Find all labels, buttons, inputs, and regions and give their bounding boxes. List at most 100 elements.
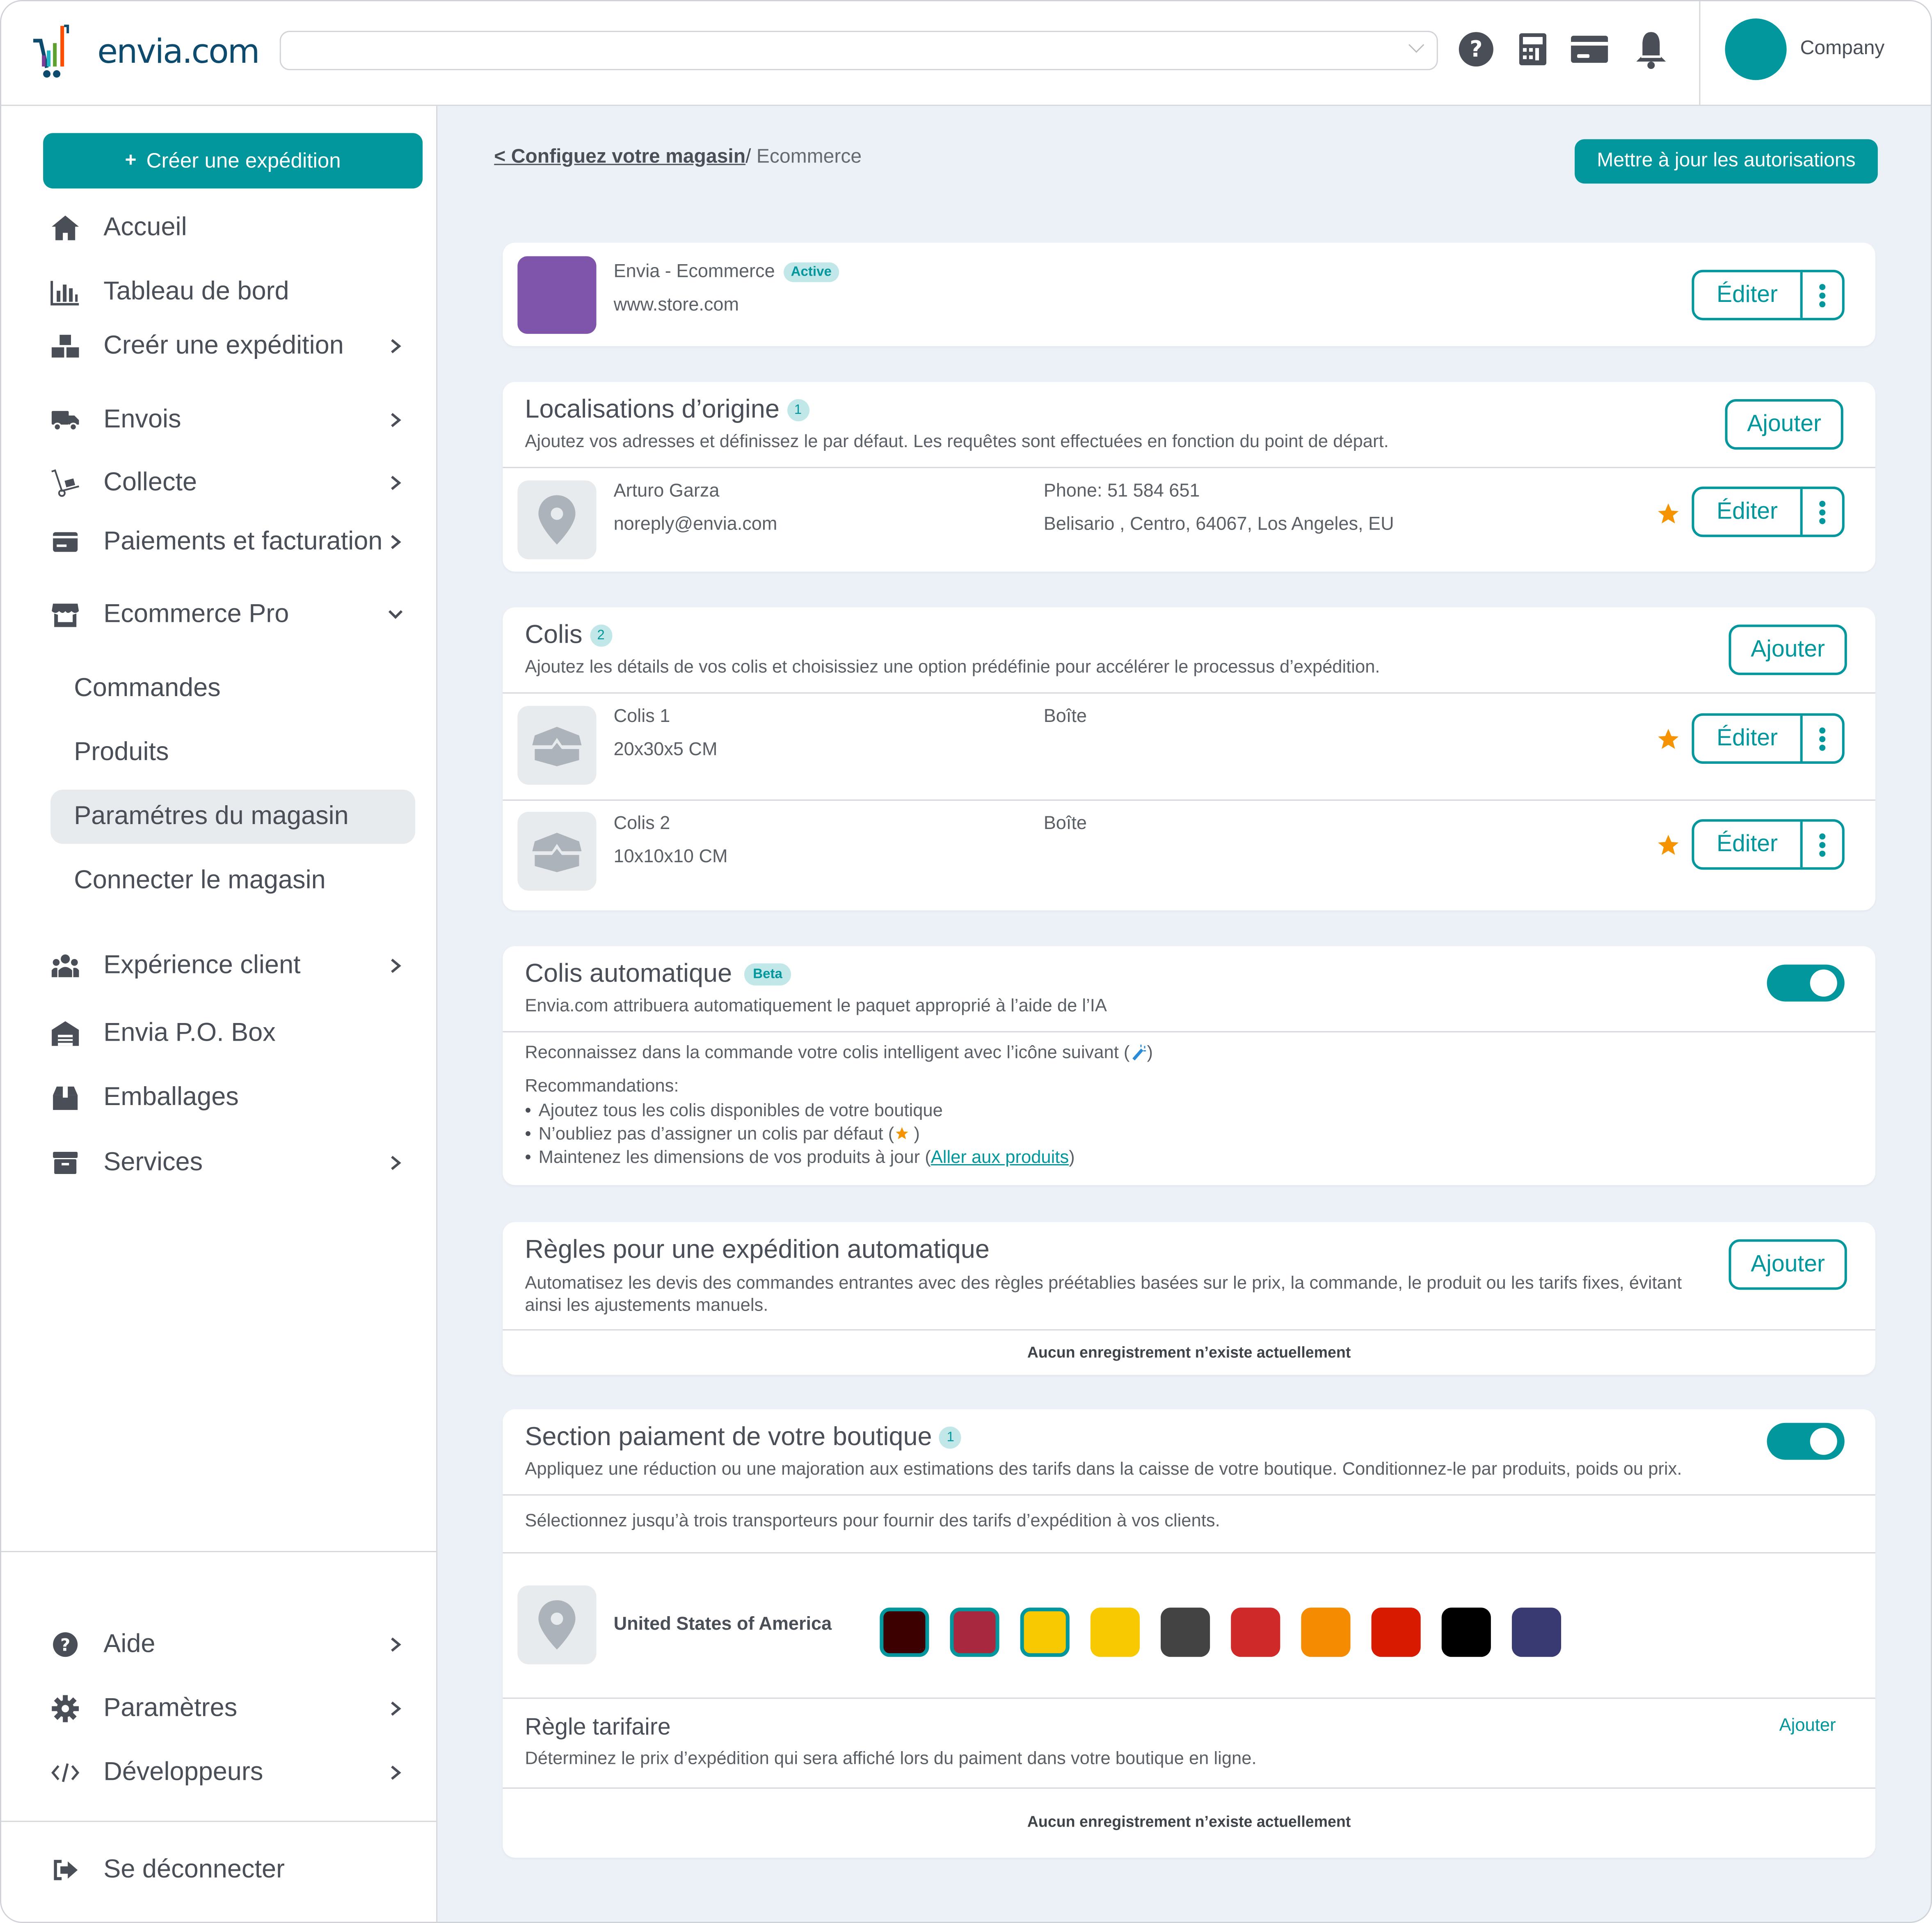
- company-name: Company: [1800, 38, 1885, 59]
- search-select[interactable]: [279, 31, 1438, 71]
- divider: [503, 1329, 1875, 1331]
- sidebar-item-envois[interactable]: Envois: [50, 404, 408, 436]
- add-rule-button[interactable]: Ajouter: [1729, 1239, 1847, 1290]
- update-permissions-button[interactable]: Mettre à jour les autorisations: [1575, 139, 1878, 184]
- package-thumb: [517, 812, 597, 891]
- add-origin-button[interactable]: Ajouter: [1725, 399, 1843, 450]
- logout-button[interactable]: Se déconnecter: [50, 1854, 408, 1886]
- sidebar-item-paiements[interactable]: Paiements et facturation: [50, 526, 408, 558]
- carrier-logo[interactable]: [880, 1608, 929, 1657]
- go-to-products-link[interactable]: Aller aux produits: [931, 1148, 1069, 1168]
- top-bar: envia.com ? Company: [1, 1, 1931, 106]
- chevron-right-icon: [383, 1692, 408, 1724]
- sidebar-subitem-commandes[interactable]: Commandes: [50, 662, 415, 716]
- sidebar-item-developpeurs[interactable]: Développeurs: [50, 1757, 408, 1789]
- carrier-logo[interactable]: [1020, 1608, 1070, 1657]
- sidebar-item-creer-expedition[interactable]: Creér une expédition: [50, 330, 408, 362]
- sidebar-item-collecte[interactable]: Collecte: [50, 467, 408, 499]
- cart-logo-icon: [33, 25, 69, 78]
- carrier-logo[interactable]: [950, 1608, 999, 1657]
- recommendations-list: Ajoutez tous les colis disponibles de vo…: [525, 1100, 1075, 1170]
- carrier-logo[interactable]: [1090, 1608, 1140, 1657]
- carrier-logo[interactable]: [1161, 1608, 1210, 1657]
- star-icon: [895, 1127, 908, 1140]
- carrier-logo[interactable]: [1511, 1608, 1562, 1657]
- sidebar-item-po-box[interactable]: Envia P.O. Box: [50, 1018, 408, 1050]
- auto-package-card: Colis automatique Beta Envia.com attribu…: [503, 946, 1875, 1185]
- notifications-button[interactable]: [1631, 28, 1671, 70]
- credit-card-icon: [1571, 36, 1608, 63]
- user-menu[interactable]: Company: [1699, 1, 1931, 105]
- default-star-icon[interactable]: [1656, 727, 1680, 751]
- carrier-logo[interactable]: [1371, 1608, 1421, 1657]
- logo-text: envia.com: [97, 32, 260, 71]
- calculator-button[interactable]: [1513, 28, 1552, 70]
- divider: [503, 1787, 1875, 1789]
- sidebar-subitem-parametres-magasin[interactable]: Paramétres du magasin: [50, 790, 416, 844]
- origins-card: Localisations d’origine 1 Ajoutez vos ad…: [503, 381, 1875, 572]
- sidebar-item-aide[interactable]: ? Aide: [50, 1628, 408, 1660]
- more-options-button[interactable]: [1803, 822, 1842, 867]
- carrier-logo[interactable]: [1231, 1608, 1280, 1657]
- default-star-icon[interactable]: [1656, 833, 1680, 857]
- edit-button[interactable]: Éditer: [1694, 822, 1803, 868]
- status-badge: Active: [783, 262, 839, 282]
- divider: [503, 467, 1875, 468]
- carrier-logo[interactable]: [1301, 1608, 1351, 1657]
- chevron-down-icon: [1408, 37, 1424, 53]
- carrier-logo[interactable]: [1441, 1608, 1491, 1657]
- more-options-button[interactable]: [1803, 272, 1842, 318]
- sidebar-item-experience-client[interactable]: Expérience client: [50, 950, 408, 982]
- chevron-right-icon: [383, 1628, 408, 1660]
- count-badge: 2: [590, 624, 612, 647]
- sidebar: + Créer une expédition Accueil Tableau d…: [1, 106, 438, 1922]
- sidebar-item-emballages[interactable]: Emballages: [50, 1082, 408, 1114]
- avatar: [1725, 18, 1787, 80]
- origin-phone: Phone: 51 584 651: [1043, 480, 1200, 502]
- add-rate-rule-link[interactable]: Ajouter: [1779, 1716, 1836, 1736]
- origins-title: Localisations d’origine: [525, 395, 780, 424]
- payments-button[interactable]: [1570, 28, 1609, 70]
- carriers-hint: Sélectionnez jusqu’à trois transporteurs…: [525, 1511, 1220, 1531]
- sidebar-item-accueil[interactable]: Accueil: [50, 212, 408, 244]
- hand-truck-icon: [51, 469, 79, 497]
- beta-badge: Beta: [744, 963, 791, 986]
- chevron-right-icon: [383, 950, 408, 982]
- auto-package-toggle[interactable]: [1767, 964, 1845, 1002]
- sidebar-item-tableau-de-bord[interactable]: Tableau de bord: [50, 276, 408, 308]
- sidebar-subitem-produits[interactable]: Produits: [50, 726, 415, 780]
- chevron-down-icon: [383, 599, 408, 631]
- kebab-menu-icon: [1819, 726, 1826, 750]
- edit-button[interactable]: Éditer: [1694, 489, 1803, 535]
- sidebar-divider: [1, 1820, 437, 1822]
- sidebar-item-parametres[interactable]: Paramètres: [50, 1692, 408, 1724]
- edit-button[interactable]: Éditer: [1694, 715, 1803, 761]
- sidebar-divider: [1, 1551, 437, 1553]
- country-thumb: [517, 1585, 597, 1665]
- create-shipment-button[interactable]: + Créer une expédition: [43, 133, 423, 189]
- auto-package-description: Envia.com attribuera automatiquement le …: [525, 996, 1107, 1016]
- more-options-button[interactable]: [1803, 716, 1842, 761]
- sidebar-item-services[interactable]: Services: [50, 1147, 408, 1179]
- chevron-right-icon: [383, 467, 408, 499]
- add-package-button[interactable]: Ajouter: [1729, 624, 1847, 675]
- list-item: Ajoutez tous les colis disponibles de vo…: [525, 1100, 1075, 1124]
- bar-chart-icon: [50, 281, 79, 306]
- plus-icon: +: [125, 149, 137, 171]
- help-button[interactable]: ?: [1456, 28, 1496, 70]
- edit-button[interactable]: Éditer: [1694, 272, 1803, 318]
- default-star-icon[interactable]: [1656, 501, 1680, 526]
- sidebar-subitem-connecter-magasin[interactable]: Connecter le magasin: [50, 854, 415, 908]
- list-item: Maintenez les dimensions de vos produits…: [525, 1147, 1075, 1170]
- truck-icon: [51, 411, 79, 432]
- logo[interactable]: envia.com: [31, 23, 260, 80]
- more-options-button[interactable]: [1803, 489, 1842, 534]
- sidebar-item-ecommerce-pro[interactable]: Ecommerce Pro: [50, 599, 408, 631]
- package-name: Colis 1: [613, 706, 670, 727]
- breadcrumb-back-link[interactable]: < Configuez votre magasin: [494, 146, 745, 167]
- checkout-toggle[interactable]: [1767, 1423, 1845, 1460]
- store-edit-split-button: Éditer: [1692, 269, 1845, 320]
- help-circle-icon: ?: [53, 1632, 78, 1657]
- empty-state: Aucun enregistrement n’existe actuelleme…: [1027, 1813, 1351, 1831]
- gear-icon: [52, 1695, 79, 1722]
